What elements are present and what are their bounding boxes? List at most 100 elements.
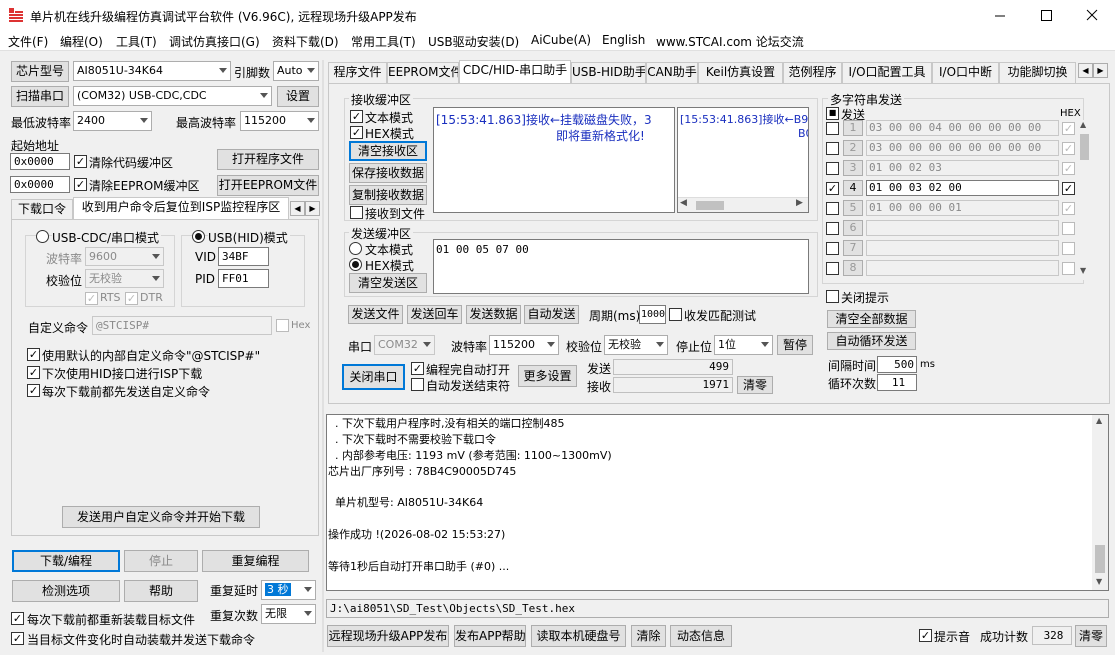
tab-usb-hid-helper[interactable]: USB-HID助手 bbox=[571, 62, 646, 83]
more-settings-button[interactable]: 更多设置 bbox=[518, 365, 577, 387]
multi-row-hex-checkbox[interactable]: ✓ bbox=[1062, 142, 1075, 155]
multi-row-send-checkbox[interactable] bbox=[826, 262, 839, 275]
match-test-checkbox[interactable] bbox=[669, 308, 682, 321]
menu-debug[interactable]: 调试仿真接口(G) bbox=[169, 33, 260, 50]
code-start-addr-input[interactable]: 0x0000 bbox=[10, 153, 70, 170]
port-select[interactable]: (COM32) USB-CDC,CDC bbox=[73, 86, 272, 106]
chip-type-button[interactable]: 芯片型号 bbox=[11, 61, 69, 82]
menu-usb-driver[interactable]: USB驱动安装(D) bbox=[428, 33, 519, 50]
reload-each-checkbox[interactable]: ✓ bbox=[11, 612, 24, 625]
scroll-thumb[interactable] bbox=[696, 201, 724, 210]
eeprom-start-addr-input[interactable]: 0x0000 bbox=[10, 176, 70, 193]
close-prompt-checkbox[interactable] bbox=[826, 290, 839, 303]
scan-port-button[interactable]: 扫描串口 bbox=[11, 86, 69, 107]
auto-send-end-checkbox[interactable] bbox=[411, 378, 424, 391]
panel-splitter[interactable] bbox=[322, 60, 324, 652]
pin-count-select[interactable]: Auto bbox=[273, 61, 319, 81]
left-parity-select[interactable]: 无校验 bbox=[85, 269, 164, 288]
maximize-icon[interactable] bbox=[1031, 8, 1061, 23]
output-log[interactable]: . 下次下载用户程序时,没有相关的端口控制485 . 下次下载时不需要校验下载口… bbox=[326, 414, 1109, 591]
multi-row-send-checkbox[interactable]: ✓ bbox=[826, 182, 839, 195]
copy-recv-button[interactable]: 复制接收数据 bbox=[349, 185, 427, 205]
serial-stop-select[interactable]: 1位 bbox=[714, 335, 773, 355]
stop-button[interactable]: 停止 bbox=[124, 550, 198, 572]
send-data-area[interactable]: 01 00 05 07 00 bbox=[433, 239, 809, 294]
tab-io-config[interactable]: I/O口配置工具 bbox=[842, 62, 932, 83]
vid-input[interactable]: 34BF bbox=[218, 247, 269, 266]
multi-row-data-input[interactable]: 03 00 00 04 00 00 00 00 00 bbox=[866, 120, 1059, 136]
multi-row-send-button[interactable]: 4 bbox=[843, 180, 863, 196]
multi-row-send-checkbox[interactable] bbox=[826, 162, 839, 175]
multi-row-send-checkbox[interactable] bbox=[826, 122, 839, 135]
serial-parity-select[interactable]: 无校验 bbox=[604, 335, 668, 355]
sound-checkbox[interactable]: ✓ bbox=[919, 629, 932, 642]
multi-row-send-checkbox[interactable] bbox=[826, 142, 839, 155]
serial-baud-select[interactable]: 115200 bbox=[489, 335, 559, 355]
use-default-cmd-checkbox[interactable]: ✓ bbox=[27, 348, 40, 361]
menu-website[interactable]: www.STCAI.com 论坛交流 bbox=[656, 33, 804, 50]
recv-text-mode-checkbox[interactable]: ✓ bbox=[350, 110, 363, 123]
minimize-icon[interactable] bbox=[985, 8, 1015, 23]
menu-aicube[interactable]: AiCube(A) bbox=[531, 33, 591, 47]
dtr-checkbox[interactable]: ✓ bbox=[125, 292, 138, 305]
scroll-right-icon[interactable]: ▶ bbox=[796, 198, 803, 208]
publish-help-button[interactable]: 发布APP帮助 bbox=[454, 625, 526, 647]
left-baud-select[interactable]: 9600 bbox=[85, 247, 164, 266]
menu-common-tools[interactable]: 常用工具(T) bbox=[351, 33, 416, 50]
use-hid-next-checkbox[interactable]: ✓ bbox=[27, 366, 40, 379]
send-hex-mode-radio[interactable] bbox=[349, 258, 362, 271]
rts-checkbox[interactable]: ✓ bbox=[85, 292, 98, 305]
main-tab-prev-icon[interactable]: ◀ bbox=[1078, 63, 1093, 78]
tab-serial-helper[interactable]: CDC/HID-串口助手 bbox=[459, 60, 571, 83]
close-icon[interactable] bbox=[1077, 8, 1107, 23]
usb-cdc-mode-radio[interactable] bbox=[36, 230, 49, 243]
send-return-button[interactable]: 发送回车 bbox=[407, 305, 462, 324]
auto-open-checkbox[interactable]: ✓ bbox=[411, 362, 424, 375]
multi-row-data-input[interactable] bbox=[866, 240, 1059, 256]
pause-button[interactable]: 暂停 bbox=[777, 335, 813, 355]
multi-row-data-input[interactable] bbox=[866, 260, 1059, 276]
tab-reset-isp[interactable]: 收到用户命令后复位到ISP监控程序区 bbox=[73, 197, 289, 220]
auto-reload-checkbox[interactable]: ✓ bbox=[11, 632, 24, 645]
pid-input[interactable]: FF01 bbox=[218, 269, 269, 288]
multi-row-send-button[interactable]: 7 bbox=[843, 240, 863, 256]
multi-row-hex-checkbox[interactable] bbox=[1062, 242, 1075, 255]
publish-app-button[interactable]: 远程现场升级APP发布 bbox=[327, 625, 449, 647]
recv-hex-mode-checkbox[interactable]: ✓ bbox=[350, 126, 363, 139]
tab-keil-settings[interactable]: Keil仿真设置 bbox=[698, 62, 783, 83]
multi-row-send-button[interactable]: 2 bbox=[843, 140, 863, 156]
multi-row-data-input[interactable]: 01 00 00 00 01 bbox=[866, 200, 1059, 216]
auto-send-button[interactable]: 自动发送 bbox=[524, 305, 579, 324]
period-input[interactable]: 1000 bbox=[639, 305, 666, 324]
multi-row-data-input[interactable] bbox=[866, 220, 1059, 236]
multi-row-data-input[interactable]: 03 00 00 00 00 00 00 00 00 bbox=[866, 140, 1059, 156]
clear-success-button[interactable]: 清零 bbox=[1075, 625, 1107, 647]
multi-row-hex-checkbox[interactable] bbox=[1062, 222, 1075, 235]
scroll-left-icon[interactable]: ◀ bbox=[680, 198, 687, 208]
send-custom-first-checkbox[interactable]: ✓ bbox=[27, 384, 40, 397]
auto-loop-send-button[interactable]: 自动循环发送 bbox=[827, 332, 916, 350]
menu-download[interactable]: 资料下载(D) bbox=[272, 33, 339, 50]
save-recv-button[interactable]: 保存接收数据 bbox=[349, 163, 427, 183]
left-tab-next-icon[interactable]: ▶ bbox=[305, 201, 320, 216]
open-program-button[interactable]: 打开程序文件 bbox=[217, 149, 319, 170]
news-button[interactable]: 动态信息 bbox=[670, 625, 732, 647]
reprogram-button[interactable]: 重复编程 bbox=[202, 550, 309, 572]
read-disk-button[interactable]: 读取本机硬盘号 bbox=[531, 625, 626, 647]
multi-row-send-button[interactable]: 1 bbox=[843, 120, 863, 136]
multi-row-send-checkbox[interactable] bbox=[826, 222, 839, 235]
send-text-mode-radio[interactable] bbox=[349, 242, 362, 255]
multi-row-hex-checkbox[interactable] bbox=[1062, 262, 1075, 275]
send-custom-download-button[interactable]: 发送用户自定义命令并开始下载 bbox=[62, 506, 260, 528]
clear-eeprom-checkbox[interactable]: ✓ bbox=[74, 178, 87, 191]
loop-count-input[interactable]: 11 bbox=[877, 374, 917, 391]
tab-pin-switch[interactable]: 功能脚切换 bbox=[999, 62, 1076, 83]
scroll-thumb[interactable] bbox=[1080, 134, 1089, 160]
usb-hid-mode-radio[interactable] bbox=[192, 230, 205, 243]
check-options-button[interactable]: 检测选项 bbox=[12, 580, 120, 602]
recv-hex-area[interactable]: [15:53:41.863]接收←B9 B0 ◀ ▶ bbox=[677, 107, 809, 213]
download-program-button[interactable]: 下载/编程 bbox=[12, 550, 120, 572]
clear-count-button[interactable]: 清零 bbox=[737, 376, 773, 394]
clear-all-data-button[interactable]: 清空全部数据 bbox=[827, 310, 916, 328]
menu-file[interactable]: 文件(F) bbox=[8, 33, 48, 50]
